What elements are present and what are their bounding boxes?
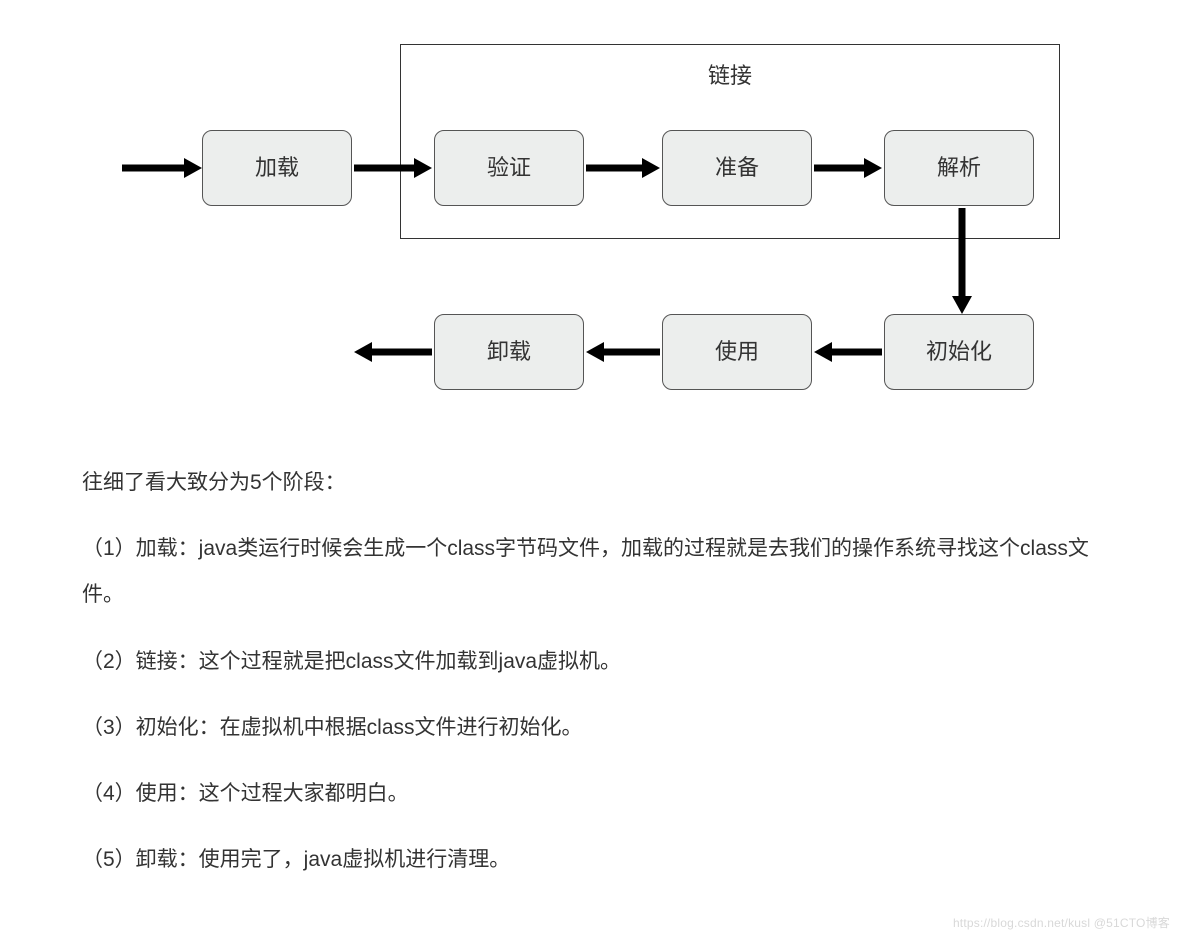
stage-prepare-label: 准备 [715,147,759,189]
stage-resolve: 解析 [884,130,1034,206]
stage-unload: 卸载 [434,314,584,390]
classloader-diagram: 链接 加载 验证 准备 解析 卸载 使用 初始化 [122,40,1062,400]
arrow-load-to-verify [354,158,432,178]
arrow-use-to-unload [586,342,660,362]
stage-resolve-label: 解析 [937,147,981,189]
article-body: 往细了看大致分为5个阶段： （1）加载：java类运行时候会生成一个class字… [82,460,1102,883]
arrow-verify-to-prepare [586,158,660,178]
arrow-out-of-unload [354,342,432,362]
arrow-prepare-to-resolve [814,158,882,178]
stage-init: 初始化 [884,314,1034,390]
intro-text: 往细了看大致分为5个阶段： [82,460,1102,506]
stage-prepare: 准备 [662,130,812,206]
stage-unload-label: 卸载 [487,331,531,373]
arrow-resolve-to-init [952,208,972,314]
stage-verify: 验证 [434,130,584,206]
stage-verify-label: 验证 [487,147,531,189]
stage-2-desc: （2）链接：这个过程就是把class文件加载到java虚拟机。 [82,639,1102,685]
stage-load-label: 加载 [255,147,299,189]
stage-5-desc: （5）卸载：使用完了，java虚拟机进行清理。 [82,837,1102,883]
arrow-init-to-use [814,342,882,362]
stage-use-label: 使用 [715,331,759,373]
stage-4-desc: （4）使用：这个过程大家都明白。 [82,771,1102,817]
watermark-text: https://blog.csdn.net/kusl @51CTO博客 [953,912,1170,935]
stage-3-desc: （3）初始化：在虚拟机中根据class文件进行初始化。 [82,705,1102,751]
stage-init-label: 初始化 [926,331,992,373]
stage-use: 使用 [662,314,812,390]
stage-load: 加载 [202,130,352,206]
stage-1-desc: （1）加载：java类运行时候会生成一个class字节码文件，加载的过程就是去我… [82,526,1102,618]
link-group-title: 链接 [401,55,1059,97]
arrow-into-load [122,158,202,178]
